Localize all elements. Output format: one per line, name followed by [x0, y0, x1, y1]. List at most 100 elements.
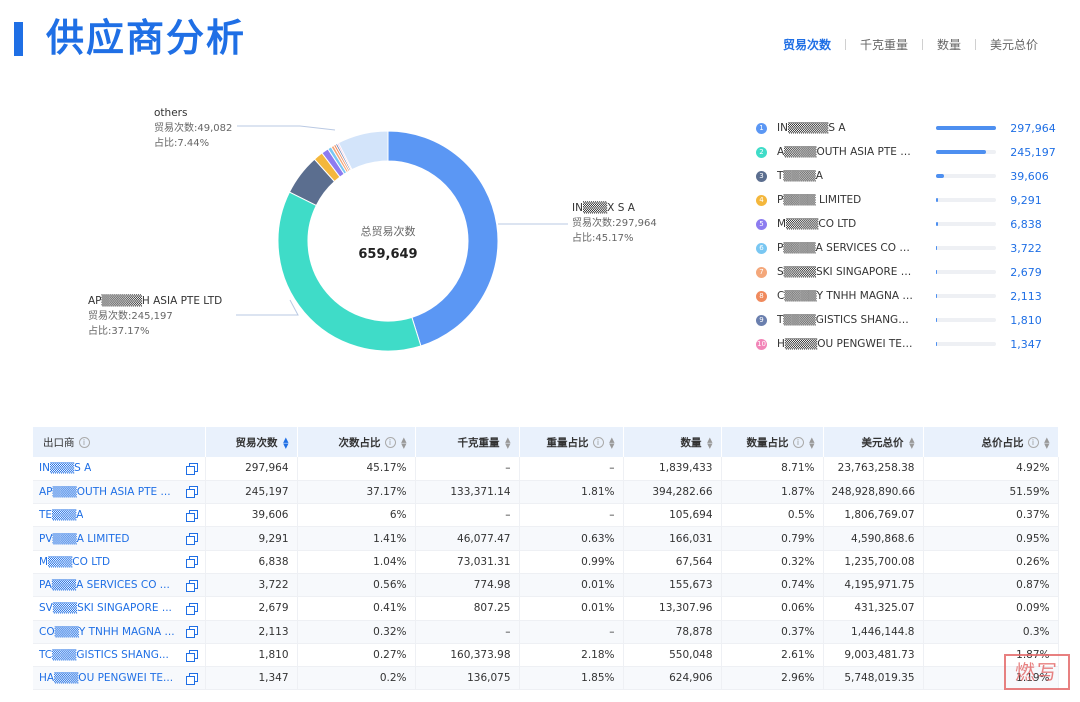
donut-slice-1[interactable]	[277, 191, 422, 352]
sort-icon[interactable]: ▲ ▼	[908, 436, 914, 449]
donut-slice-0[interactable]	[387, 130, 499, 347]
column-header-label: 重量占比	[546, 436, 589, 449]
column-header-1[interactable]: 贸易次数 ▲ ▼	[205, 427, 298, 457]
column-header-5[interactable]: 数量 ▲ ▼	[623, 427, 722, 457]
exporter-name-link[interactable]: TC▒▒▒GISTICS SHANG...	[39, 649, 169, 661]
column-header-7[interactable]: 美元总价 ▲ ▼	[823, 427, 924, 457]
exporter-name-link[interactable]: SV▒▒▒SKI SINGAPORE ...	[39, 602, 172, 614]
column-header-8[interactable]: 总价占比 i ▲ ▼	[923, 427, 1059, 457]
table-cell: 1,839,433	[623, 457, 722, 481]
table-cell: 624,906	[623, 666, 722, 691]
ranking-item[interactable]: 1 IN▒▒▒▒▒S A 297,964	[756, 116, 1056, 140]
sort-icon[interactable]: ▲ ▼	[282, 436, 288, 449]
ranking-item[interactable]: 9 T▒▒▒▒GISTICS SHANGH... 1,810	[756, 308, 1056, 332]
column-header-label: 次数占比	[338, 436, 381, 449]
table-cell: 160,373.98	[415, 643, 520, 668]
tab-metric-1[interactable]: 千克重量	[846, 36, 922, 53]
copy-icon[interactable]	[185, 462, 198, 475]
info-icon[interactable]: i	[592, 437, 604, 448]
ranking-item[interactable]: 4 P▒▒▒▒ LIMITED 9,291	[756, 188, 1056, 212]
ranking-item[interactable]: 7 S▒▒▒▒SKI SINGAPORE T... 2,679	[756, 260, 1056, 284]
exporter-cell[interactable]: TC▒▒▒GISTICS SHANG...	[33, 643, 206, 668]
table-cell: 1,235,700.08	[823, 550, 924, 574]
column-header-label: 千克重量	[457, 436, 500, 449]
exporter-name-link[interactable]: PV▒▒▒A LIMITED	[39, 533, 130, 545]
exporter-name-link[interactable]: HA▒▒▒OU PENGWEI TE...	[39, 672, 173, 684]
exporter-name-link[interactable]: M▒▒▒CO LTD	[39, 556, 110, 568]
exporter-cell[interactable]: SV▒▒▒SKI SINGAPORE ...	[33, 596, 206, 621]
exporter-cell[interactable]: HA▒▒▒OU PENGWEI TE...	[33, 666, 206, 691]
table-cell: 0.5%	[721, 503, 824, 528]
copy-icon[interactable]	[185, 649, 198, 662]
sort-icon[interactable]: ▲ ▼	[1043, 436, 1049, 449]
table-cell: 4,195,971.75	[823, 573, 924, 598]
table-cell: 0.79%	[721, 526, 824, 551]
copy-icon[interactable]	[185, 626, 198, 639]
rank-value: 9,291	[1010, 193, 1042, 207]
ranking-item[interactable]: 6 P▒▒▒▒A SERVICES CO LTD 3,722	[756, 236, 1056, 260]
exporter-cell-content: HA▒▒▒OU PENGWEI TE...	[39, 672, 198, 685]
rank-badge: 5	[756, 218, 767, 230]
column-header-4[interactable]: 重量占比 i ▲ ▼	[519, 427, 624, 457]
sort-icon[interactable]: ▲ ▼	[504, 436, 510, 449]
ranking-item[interactable]: 5 M▒▒▒▒CO LTD 6,838	[756, 212, 1056, 236]
exporter-name-link[interactable]: AP▒▒▒OUTH ASIA PTE ...	[39, 486, 171, 498]
exporter-name-link[interactable]: TE▒▒▒A	[39, 509, 83, 521]
callout-top2-pct: 占比:37.17%	[88, 326, 150, 337]
table-cell: 0.41%	[297, 596, 416, 621]
callout-others: others 贸易次数:49,082 占比:7.44%	[154, 106, 232, 151]
ranking-item[interactable]: 8 C▒▒▒▒Y TNHH MAGNA M... 2,113	[756, 284, 1056, 308]
exporter-cell[interactable]: PV▒▒▒A LIMITED	[33, 526, 206, 551]
tab-metric-3[interactable]: 美元总价	[976, 36, 1052, 53]
supplier-table: 出口商 i 贸易次数 ▲ ▼ 次数占比 i ▲ ▼ 千克重量 ▲ ▼ 重量占比 i ▲ ▼ 数量 ▲ ▼ 数量占比 i ▲…	[33, 427, 1059, 691]
info-icon[interactable]: i	[1027, 437, 1039, 448]
rank-supplier-name: S▒▒▒▒SKI SINGAPORE T...	[777, 266, 915, 278]
rank-supplier-name: T▒▒▒▒A	[777, 170, 823, 182]
copy-icon[interactable]	[185, 579, 198, 592]
copy-icon[interactable]	[185, 533, 198, 546]
column-header-0: 出口商 i	[33, 427, 206, 457]
copy-icon[interactable]	[185, 672, 198, 685]
column-header-2[interactable]: 次数占比 i ▲ ▼	[297, 427, 416, 457]
supplier-table-wrap: 出口商 i 贸易次数 ▲ ▼ 次数占比 i ▲ ▼ 千克重量 ▲ ▼ 重量占比 i ▲ ▼ 数量 ▲ ▼ 数量占比 i ▲…	[33, 427, 1059, 691]
exporter-cell[interactable]: M▒▒▒CO LTD	[33, 550, 206, 574]
info-icon[interactable]: i	[78, 437, 90, 448]
table-cell: 245,197	[205, 480, 298, 505]
table-cell: 2,679	[205, 596, 298, 621]
ranking-item[interactable]: 10 H▒▒▒▒OU PENGWEI TEC... 1,347	[756, 332, 1056, 356]
rank-progress-bar	[936, 294, 997, 298]
sort-icon[interactable]: ▲ ▼	[400, 436, 406, 449]
sort-icon[interactable]: ▲ ▼	[608, 436, 614, 449]
exporter-name-link[interactable]: CO▒▒▒Y TNHH MAGNA ...	[39, 626, 175, 638]
column-header-3[interactable]: 千克重量 ▲ ▼	[415, 427, 520, 457]
exporter-name-link[interactable]: PA▒▒▒A SERVICES CO ...	[39, 579, 170, 591]
table-cell: 0.87%	[923, 573, 1059, 598]
copy-icon[interactable]	[185, 509, 198, 522]
column-header-6[interactable]: 数量占比 i ▲ ▼	[721, 427, 824, 457]
exporter-cell-content: SV▒▒▒SKI SINGAPORE ...	[39, 602, 198, 615]
rank-supplier-name: A▒▒▒▒OUTH ASIA PTE LTD	[777, 146, 915, 158]
info-icon[interactable]: i	[792, 437, 804, 448]
tab-metric-2[interactable]: 数量	[923, 36, 975, 53]
exporter-cell[interactable]: PA▒▒▒A SERVICES CO ...	[33, 573, 206, 598]
table-cell: 550,048	[623, 643, 722, 668]
exporter-cell[interactable]: TE▒▒▒A	[33, 503, 206, 528]
exporter-name-link[interactable]: IN▒▒▒S A	[39, 462, 91, 474]
exporter-cell[interactable]: CO▒▒▒Y TNHH MAGNA ...	[33, 620, 206, 644]
leader-line-top2	[236, 299, 299, 316]
sort-icon[interactable]: ▲ ▼	[808, 436, 814, 449]
exporter-cell[interactable]: IN▒▒▒S A	[33, 457, 206, 481]
exporter-cell-content: PA▒▒▒A SERVICES CO ...	[39, 579, 198, 592]
table-cell: 37.17%	[297, 480, 416, 505]
ranking-item[interactable]: 2 A▒▒▒▒OUTH ASIA PTE LTD 245,197	[756, 140, 1056, 164]
copy-icon[interactable]	[185, 602, 198, 615]
callout-top1-pct: 占比:45.17%	[572, 233, 634, 244]
copy-icon[interactable]	[185, 486, 198, 499]
ranking-item[interactable]: 3 T▒▒▒▒A 39,606	[756, 164, 1056, 188]
info-icon[interactable]: i	[384, 437, 396, 448]
tab-metric-0[interactable]: 贸易次数	[769, 36, 845, 53]
table-cell: 0.01%	[519, 573, 624, 598]
sort-icon[interactable]: ▲ ▼	[706, 436, 712, 449]
copy-icon[interactable]	[185, 556, 198, 569]
exporter-cell[interactable]: AP▒▒▒OUTH ASIA PTE ...	[33, 480, 206, 505]
